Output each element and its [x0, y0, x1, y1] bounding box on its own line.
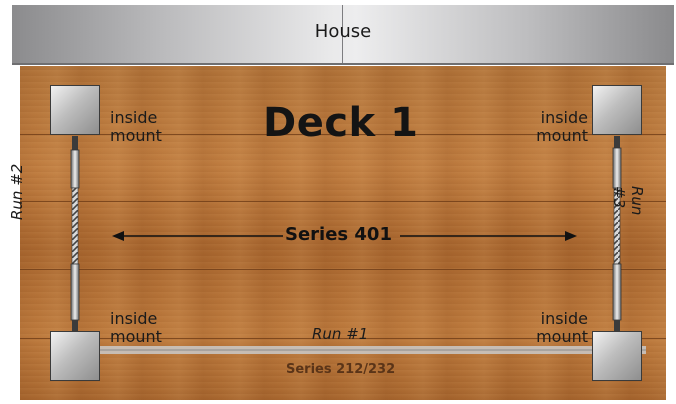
post-bottom-right	[592, 331, 642, 381]
run-2-label: Run #2	[8, 163, 26, 220]
run-3-cable	[612, 136, 622, 332]
post-top-left	[50, 85, 100, 135]
run-1-rail	[50, 346, 646, 354]
series-212-label: Series 212/232	[286, 362, 396, 377]
post-top-right	[592, 85, 642, 135]
post-bottom-left	[50, 331, 100, 381]
mount-label-top-left: inside mount	[110, 108, 162, 145]
mount-label-bottom-left: inside mount	[110, 309, 162, 346]
run-2-cable	[70, 136, 80, 332]
series-401-label: Series 401	[285, 224, 392, 245]
run-3-label: Run #3	[610, 186, 646, 216]
mount-label-bottom-right: inside mount	[536, 309, 588, 346]
run-1-label: Run #1	[312, 325, 369, 343]
deck-title: Deck 1	[263, 100, 419, 146]
mount-label-top-right: inside mount	[536, 108, 588, 145]
